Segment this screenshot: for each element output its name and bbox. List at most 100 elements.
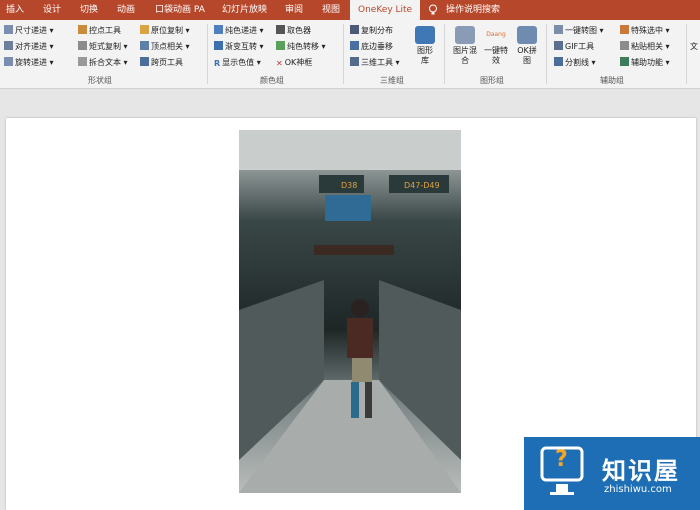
copy-distribute-icon bbox=[350, 25, 359, 34]
3d-tool-button[interactable]: 三维工具 ▾ bbox=[350, 56, 400, 70]
matrix-copy-button[interactable]: 矩式复制 ▾ bbox=[78, 40, 128, 54]
aux-function-button[interactable]: 辅助功能 ▾ bbox=[620, 56, 670, 70]
ok-puzzle-label-2: 图 bbox=[523, 56, 531, 65]
tab-review[interactable]: 审阅 bbox=[285, 0, 303, 20]
watermark-badge: ? 知识屋 zhishiwu.com bbox=[524, 437, 700, 510]
solid-color-transfer-icon bbox=[276, 41, 285, 50]
align-step-button[interactable]: 对齐递进 ▾ bbox=[4, 40, 54, 54]
shape-library-button[interactable]: 图形 库 bbox=[412, 26, 438, 66]
one-click-to-image-button[interactable]: 一键转图 ▾ bbox=[554, 24, 604, 38]
shape-library-label-2: 库 bbox=[421, 56, 429, 65]
solid-color-transfer-label: 纯色转移 bbox=[287, 42, 319, 51]
cube-icon bbox=[350, 57, 359, 66]
ok-puzzle-button[interactable]: OK拼 图 bbox=[513, 26, 541, 66]
paste-related-button[interactable]: 粘贴相关 ▾ bbox=[620, 40, 670, 54]
ribbon: 尺寸递进 ▾ 控点工具 原位复制 ▾ 对齐递进 ▾ 矩式复制 ▾ 顶点相关 ▾ … bbox=[0, 20, 700, 89]
size-step-button[interactable]: 尺寸递进 ▾ bbox=[4, 24, 54, 38]
size-step-label: 尺寸递进 bbox=[15, 26, 47, 35]
watermark-title: 知识屋 bbox=[602, 457, 680, 485]
solid-color-step-label: 纯色递进 bbox=[225, 26, 257, 35]
shape-library-label-1: 图形 bbox=[417, 46, 433, 55]
in-place-copy-label: 原位复制 bbox=[151, 26, 183, 35]
handle-tool-button[interactable]: 控点工具 bbox=[78, 24, 121, 38]
vertex-related-button[interactable]: 顶点相关 ▾ bbox=[140, 40, 190, 54]
tab-design[interactable]: 设计 bbox=[43, 0, 61, 20]
split-merge-text-button[interactable]: 拆合文本 ▾ bbox=[78, 56, 128, 70]
lightbulb-icon bbox=[428, 0, 440, 20]
layers-icon bbox=[455, 26, 475, 44]
color-picker-label: 取色器 bbox=[287, 26, 311, 35]
bottom-edge-drop-icon bbox=[350, 41, 359, 50]
group-divider bbox=[686, 24, 687, 84]
bottom-edge-drop-button[interactable]: 底边垂移 bbox=[350, 40, 393, 54]
cross-page-tool-label: 跨页工具 bbox=[151, 58, 183, 67]
convert-image-icon bbox=[554, 25, 563, 34]
copy-distribute-button[interactable]: 复制分布 bbox=[350, 24, 393, 38]
tab-slideshow[interactable]: 幻灯片放映 bbox=[222, 0, 267, 20]
color-value-icon: R bbox=[214, 59, 221, 68]
tab-insert[interactable]: 插入 bbox=[6, 0, 24, 20]
eyedropper-icon bbox=[276, 25, 285, 34]
effect-badge-icon: Daang bbox=[486, 26, 506, 44]
ok-frame-button[interactable]: ✕ OK神框 bbox=[276, 56, 312, 70]
show-color-value-button[interactable]: R 显示色值 ▾ bbox=[214, 56, 261, 70]
special-select-button[interactable]: 特殊选中 ▾ bbox=[620, 24, 670, 38]
tab-view[interactable]: 视图 bbox=[322, 0, 340, 20]
question-mark-glyph: ? bbox=[555, 447, 568, 472]
image-blend-label-1: 图片混 bbox=[453, 46, 477, 55]
puzzle-image-icon bbox=[517, 26, 537, 44]
one-click-effect-label-1: 一键特 bbox=[484, 46, 508, 55]
image-blend-button[interactable]: 图片混 合 bbox=[451, 26, 479, 66]
solid-color-transfer-button[interactable]: 纯色转移 ▾ bbox=[276, 40, 326, 54]
tab-pocket-animation[interactable]: 口袋动画 PA bbox=[155, 0, 205, 20]
matrix-copy-label: 矩式复制 bbox=[89, 42, 121, 51]
align-step-icon bbox=[4, 41, 13, 50]
color-picker-button[interactable]: 取色器 bbox=[276, 24, 311, 38]
solid-color-step-button[interactable]: 纯色递进 ▾ bbox=[214, 24, 264, 38]
cross-page-tool-button[interactable]: 跨页工具 bbox=[140, 56, 183, 70]
one-click-to-image-label: 一键转图 bbox=[565, 26, 597, 35]
rotate-step-button[interactable]: 旋转递进 ▾ bbox=[4, 56, 54, 70]
airport-walkway-image: D38 D47-D49 bbox=[239, 130, 461, 493]
vertex-related-label: 顶点相关 bbox=[151, 42, 183, 51]
gif-tool-button[interactable]: GIF工具 bbox=[554, 40, 594, 54]
aux-function-icon bbox=[620, 57, 629, 66]
divider-line-button[interactable]: 分割线 ▾ bbox=[554, 56, 596, 70]
gradient-convert-button[interactable]: 渐变互转 ▾ bbox=[214, 40, 264, 54]
in-place-copy-icon bbox=[140, 25, 149, 34]
special-select-icon bbox=[620, 25, 629, 34]
ok-frame-icon: ✕ bbox=[276, 59, 283, 68]
split-merge-text-label: 拆合文本 bbox=[89, 58, 121, 67]
aux-group-label: 辅助组 bbox=[600, 76, 624, 85]
rotate-step-label: 旋转递进 bbox=[15, 58, 47, 67]
ok-frame-label: OK神框 bbox=[284, 58, 313, 67]
rotate-step-icon bbox=[4, 57, 13, 66]
ribbon-tab-bar: 插入 设计 切换 动画 口袋动画 PA 幻灯片放映 审阅 视图 OneKey L… bbox=[0, 0, 700, 20]
ok-puzzle-label-1: OK拼 bbox=[517, 46, 537, 55]
text-button-cut[interactable]: 文 bbox=[690, 40, 698, 54]
gif-icon bbox=[554, 41, 563, 50]
gradient-convert-label: 渐变互转 bbox=[225, 42, 257, 51]
split-merge-text-icon bbox=[78, 57, 87, 66]
cross-page-tool-icon bbox=[140, 57, 149, 66]
graphic-group-label: 图形组 bbox=[480, 76, 504, 85]
group-divider bbox=[207, 24, 208, 84]
vertex-related-icon bbox=[140, 41, 149, 50]
slide-photo[interactable]: D38 D47-D49 bbox=[239, 130, 461, 493]
shape-group-label: 形状组 bbox=[88, 76, 112, 85]
group-divider bbox=[343, 24, 344, 84]
divider-line-label: 分割线 bbox=[565, 58, 589, 67]
special-select-label: 特殊选中 bbox=[631, 26, 663, 35]
handle-tool-icon bbox=[78, 25, 87, 34]
gif-tool-label: GIF工具 bbox=[565, 42, 595, 51]
tab-tell-me-search[interactable]: 操作说明搜索 bbox=[446, 0, 500, 20]
hexagon-icon bbox=[415, 26, 435, 44]
in-place-copy-button[interactable]: 原位复制 ▾ bbox=[140, 24, 190, 38]
one-click-effect-label-2: 效 bbox=[492, 56, 500, 65]
tab-onekey-lite[interactable]: OneKey Lite bbox=[350, 0, 421, 20]
3d-tool-label: 三维工具 bbox=[361, 58, 393, 67]
tab-animations[interactable]: 动画 bbox=[117, 0, 135, 20]
tab-transitions[interactable]: 切换 bbox=[80, 0, 98, 20]
align-step-label: 对齐递进 bbox=[15, 42, 47, 51]
one-click-effect-button[interactable]: Daang 一键特 效 bbox=[482, 26, 510, 66]
